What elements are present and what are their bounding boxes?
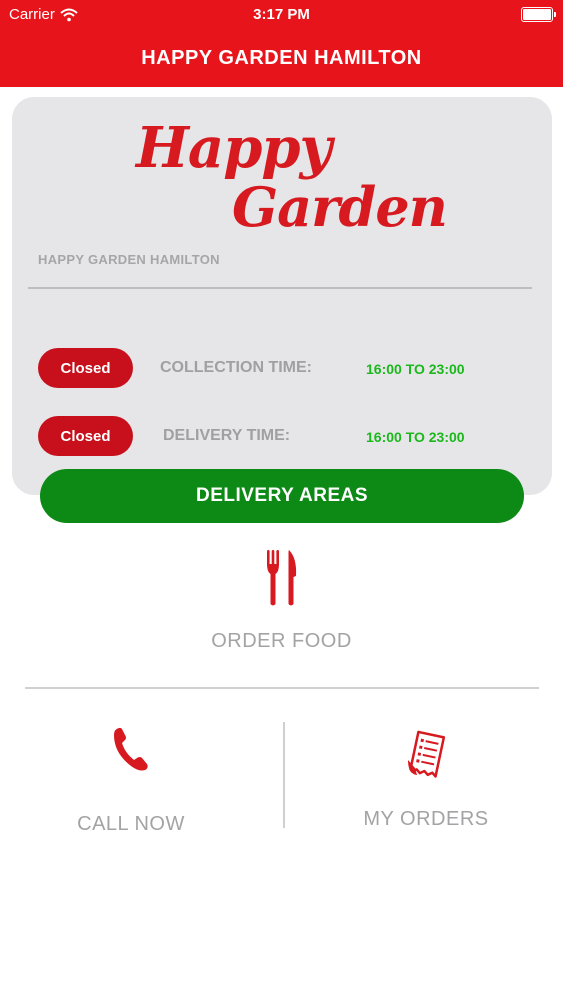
order-food-button[interactable]: ORDER FOOD — [180, 548, 383, 668]
phone-icon — [114, 727, 148, 771]
page-title: HAPPY GARDEN HAMILTON — [141, 47, 422, 69]
clock: 3:17 PM — [253, 6, 310, 23]
restaurant-name: HAPPY GARDEN HAMILTON — [38, 252, 220, 267]
nav-bar: HAPPY GARDEN HAMILTON — [0, 30, 563, 87]
happy-garden-logo: Happy Garden — [132, 115, 452, 239]
delivery-time-value: 16:00 TO 23:00 — [366, 429, 465, 445]
order-food-label: ORDER FOOD — [211, 630, 352, 652]
restaurant-info-card: Happy Garden HAPPY GARDEN HAMILTON Close… — [12, 97, 552, 495]
call-now-label: CALL NOW — [77, 813, 185, 835]
logo-word-garden: Garden — [232, 175, 448, 239]
delivery-areas-button[interactable]: DELIVERY AREAS — [40, 469, 524, 523]
my-orders-label: MY ORDERS — [363, 808, 489, 830]
my-orders-button[interactable]: MY ORDERS — [335, 730, 517, 840]
card-divider — [28, 287, 532, 289]
delivery-status-badge: Closed — [38, 416, 133, 456]
collection-time-label: COLLECTION TIME: — [160, 359, 312, 376]
actions-vertical-divider — [283, 722, 285, 828]
call-now-button[interactable]: CALL NOW — [40, 725, 222, 840]
logo-word-happy: Happy — [136, 115, 332, 181]
delivery-time-label: DELIVERY TIME: — [163, 427, 291, 444]
fork-knife-icon — [266, 550, 296, 606]
status-bar: Carrier 3:17 PM — [0, 0, 563, 30]
receipt-icon — [408, 730, 446, 778]
collection-time-value: 16:00 TO 23:00 — [366, 361, 465, 377]
collection-status-badge: Closed — [38, 348, 133, 388]
battery-icon — [521, 7, 556, 22]
actions-divider — [25, 687, 539, 689]
